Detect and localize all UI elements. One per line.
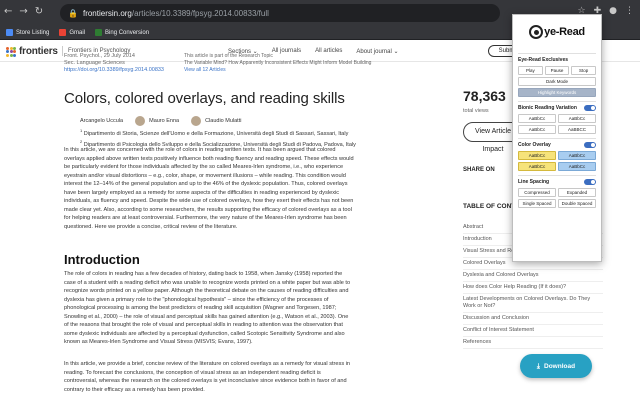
- menu-icon[interactable]: ⋮: [625, 6, 634, 16]
- bionic-title: Bionic Reading Variation: [518, 105, 596, 111]
- spacing-compressed[interactable]: Compressed: [518, 188, 556, 197]
- highlight-keywords-button[interactable]: Highlight Keywords: [518, 88, 596, 97]
- overlay-options: AaBbCc AaBbCc AaBbCc AaBbCc: [518, 151, 596, 171]
- logo-mark-icon: [6, 46, 16, 57]
- author-3[interactable]: Claudio Mulatti: [205, 118, 241, 124]
- overlay-blue[interactable]: AaBbCc: [558, 162, 596, 171]
- header-divider: [62, 46, 63, 56]
- divider: [518, 175, 596, 176]
- overlay-toggle[interactable]: [584, 142, 596, 148]
- toc-item[interactable]: How does Color Help Reading (If it does)…: [463, 282, 603, 294]
- back-icon[interactable]: ←: [4, 5, 12, 19]
- bookmark-store-listing[interactable]: Store Listing: [6, 29, 49, 36]
- overlay-yellow[interactable]: AaBbCc: [518, 151, 556, 160]
- spacing-options: Compressed Expanded Single Spaced Double…: [518, 188, 596, 208]
- popup-header: ye-Read: [518, 15, 596, 49]
- download-button[interactable]: ⤓ Download: [520, 354, 592, 378]
- frontiers-logo[interactable]: frontiers: [6, 46, 58, 57]
- abstract-text: In this article, we are concerned with t…: [64, 147, 354, 230]
- bookmark-gmail[interactable]: Gmail: [59, 29, 85, 36]
- stop-button[interactable]: Stop: [571, 66, 597, 75]
- spacing-expanded[interactable]: Expanded: [558, 188, 596, 197]
- research-topic: This article is part of the Research Top…: [184, 53, 372, 74]
- download-icon: ⤓: [536, 361, 541, 370]
- toc-item[interactable]: References: [463, 337, 603, 349]
- spacing-toggle[interactable]: [584, 179, 596, 185]
- views-count: 78,363: [463, 88, 506, 104]
- exclusives-title: Eye-Read Exclusives: [518, 57, 569, 63]
- article-meta: Front. Psychol., 29 July 2014 Sec. Langu…: [64, 53, 164, 74]
- store-icon: [6, 29, 13, 36]
- bookmark-bing-conversion[interactable]: Bing Conversion: [95, 29, 149, 36]
- article-title: Colors, colored overlays, and reading sk…: [64, 90, 345, 107]
- playback-controls: Play Pause Stop: [518, 66, 597, 75]
- toc-item[interactable]: Conflict of Interest Statement: [463, 325, 603, 337]
- dark-mode-button[interactable]: Dark Mode: [518, 77, 596, 86]
- overlay-title: Color Overlay: [518, 142, 596, 148]
- spacing-single[interactable]: Single Spaced: [518, 199, 556, 208]
- avatar: [135, 116, 146, 126]
- forward-icon[interactable]: →: [19, 5, 27, 19]
- author-list: Arcangelo Uccula Mauro Enna Claudio Mula…: [80, 116, 249, 126]
- intro-paragraph-1: The role of colors in reading has a few …: [64, 271, 351, 345]
- address-bar[interactable]: 🔒 frontiersin.org /articles/10.3389/fpsy…: [60, 4, 500, 22]
- reload-icon[interactable]: ↻: [35, 5, 43, 19]
- eye-read-popup: ye-Read Eye-Read Exclusives Play Pause S…: [512, 14, 602, 262]
- spacing-title: Line Spacing: [518, 179, 596, 185]
- bionic-toggle[interactable]: [584, 105, 596, 111]
- toc-item[interactable]: Latest Developments on Colored Overlays.…: [463, 294, 603, 313]
- doi-link[interactable]: https://doi.org/10.3389/fpsyg.2014.00833: [64, 67, 164, 74]
- bionic-option[interactable]: AaBbCc: [518, 125, 556, 134]
- profile-icon[interactable]: ●: [609, 6, 617, 16]
- divider: [518, 101, 596, 102]
- bing-icon: [95, 29, 103, 36]
- pause-button[interactable]: Pause: [544, 66, 570, 75]
- eye-read-logo: ye-Read: [529, 25, 585, 39]
- url-host: frontiersin.org: [82, 8, 132, 18]
- divider: [518, 138, 596, 139]
- nav-buttons: ← → ↻: [4, 5, 43, 19]
- lock-icon: 🔒: [68, 8, 78, 18]
- overlay-blue[interactable]: AaBbCc: [558, 151, 596, 160]
- overlay-yellow[interactable]: AaBbCc: [518, 162, 556, 171]
- spacing-double[interactable]: Double Spaced: [558, 199, 596, 208]
- bionic-option[interactable]: AaBBCC: [558, 125, 596, 134]
- views-label: total views: [463, 108, 489, 114]
- intro-paragraph-2: In this article, we provide a brief, con…: [64, 361, 351, 393]
- url-path: /articles/10.3389/fpsyg.2014.00833/full: [131, 8, 269, 18]
- bionic-option[interactable]: AaBbCc: [518, 114, 556, 123]
- play-button[interactable]: Play: [518, 66, 543, 75]
- toc-item[interactable]: Dyslexia and Colored Overlays: [463, 270, 603, 282]
- toc-item[interactable]: Discussion and Conclusion: [463, 313, 603, 325]
- avatar: [191, 116, 202, 126]
- view-all-articles-link[interactable]: View all 12 Articles: [184, 67, 371, 74]
- bionic-options: AaBbCc AaBbCc AaBbCc AaBBCC: [518, 114, 596, 134]
- bionic-option[interactable]: AaBbCc: [558, 114, 596, 123]
- author-1[interactable]: Arcangelo Uccula: [80, 118, 123, 124]
- share-heading: SHARE ON: [463, 167, 495, 173]
- intro-heading: Introduction: [64, 252, 140, 267]
- divider: [518, 53, 596, 54]
- gmail-icon: [59, 29, 67, 36]
- author-2[interactable]: Mauro Enna: [149, 118, 179, 124]
- eye-icon: [529, 25, 544, 39]
